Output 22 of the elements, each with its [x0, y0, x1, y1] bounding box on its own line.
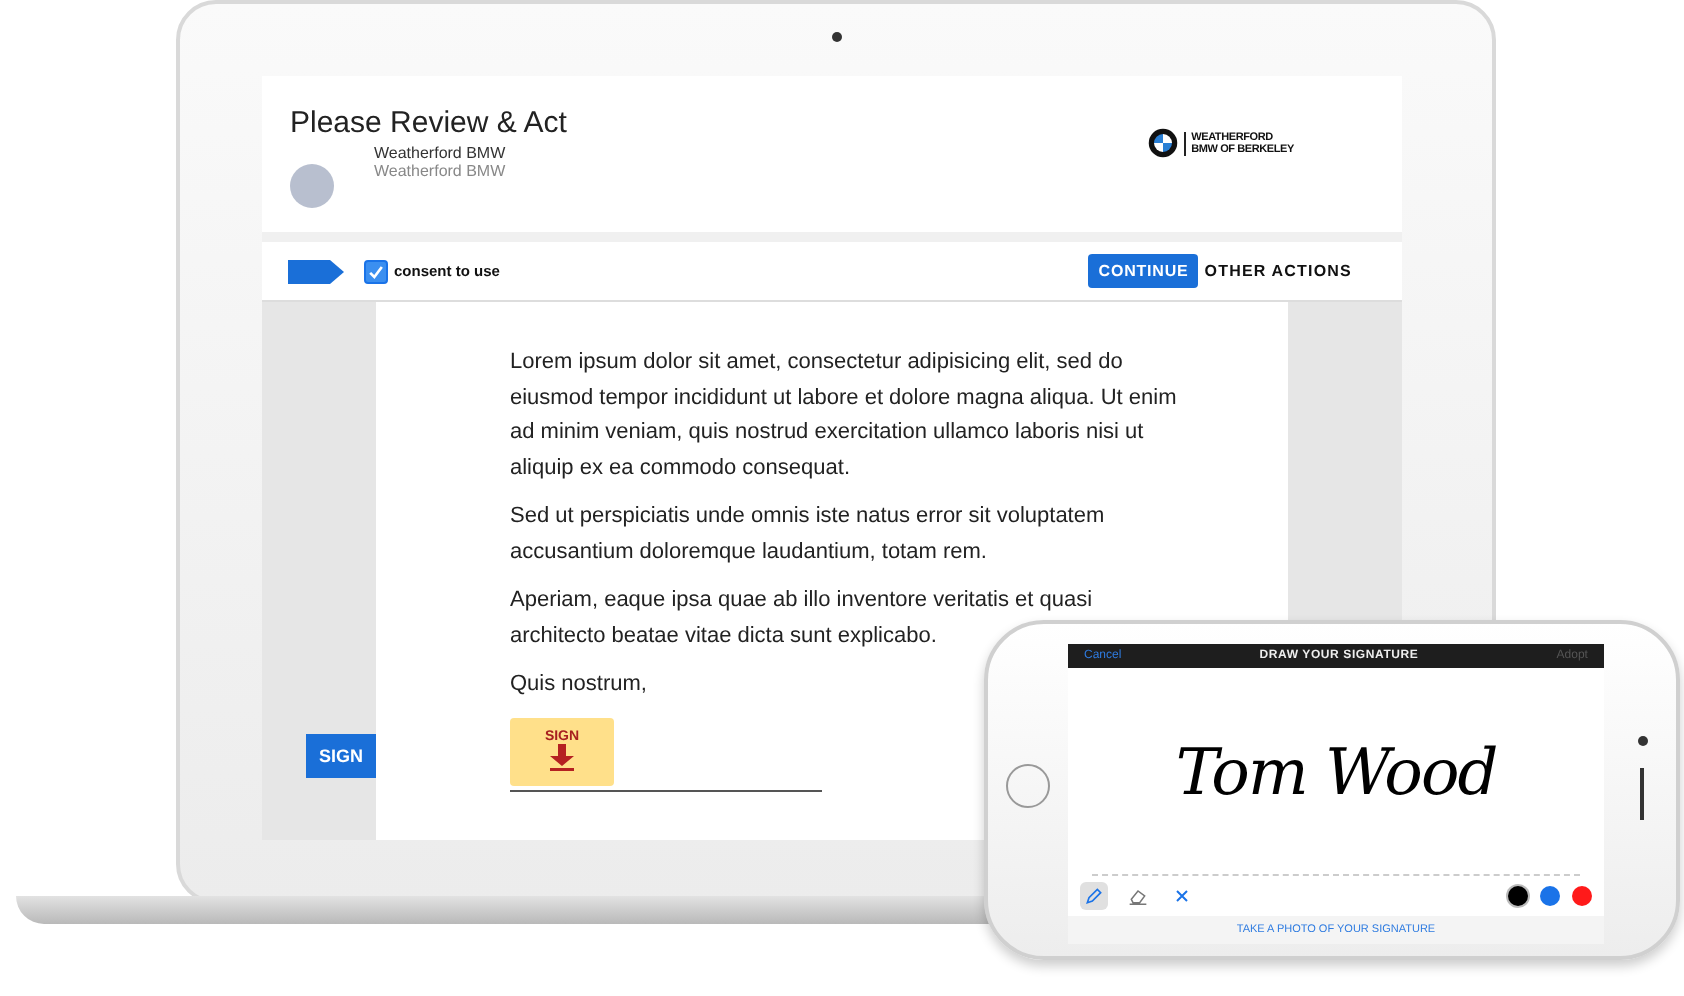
sign-tab[interactable]: SIGN — [306, 734, 376, 778]
pointer-tag-icon — [288, 259, 344, 283]
other-actions-button[interactable]: OTHER ACTIONS — [1198, 262, 1358, 280]
document-paragraph: Lorem ipsum dolor sit amet, consectetur adipisicing elit, sed do eiusmod tempor incididunt ut labore et dolore magna aliqua. Ut enim ad minim veniam, quis nostrud exercitation ullamco laboris nisi ut aliquip ex ea commodo consequat. — [510, 348, 1179, 483]
color-swatch[interactable] — [1572, 886, 1592, 906]
sender-name: Weatherford BMW — [374, 144, 506, 162]
sender-subtitle: Weatherford BMW — [374, 162, 506, 180]
camera-icon — [1638, 736, 1648, 746]
avatar-circle — [290, 164, 334, 208]
continue-button[interactable]: CONTINUE — [1088, 254, 1199, 288]
pen-icon[interactable] — [1080, 882, 1108, 910]
document-paragraph: Quis nostrum, — [510, 670, 649, 700]
roundel-icon — [1147, 128, 1178, 158]
down-arrow-icon — [548, 744, 576, 772]
handwritten-signature: Tom Wood — [1175, 733, 1497, 809]
consent-checkbox[interactable] — [364, 259, 388, 283]
document-paragraph: Sed ut perspiciatis unde omnis iste natus error sit voluptatem accusantium doloremque laudantium, totam rem. — [510, 502, 1107, 567]
color-swatch[interactable] — [1540, 886, 1560, 906]
camera-icon — [832, 32, 842, 42]
color-swatch[interactable] — [1508, 886, 1528, 906]
page-title: Please Review & Act — [290, 106, 567, 140]
home-button[interactable] — [1006, 764, 1050, 808]
